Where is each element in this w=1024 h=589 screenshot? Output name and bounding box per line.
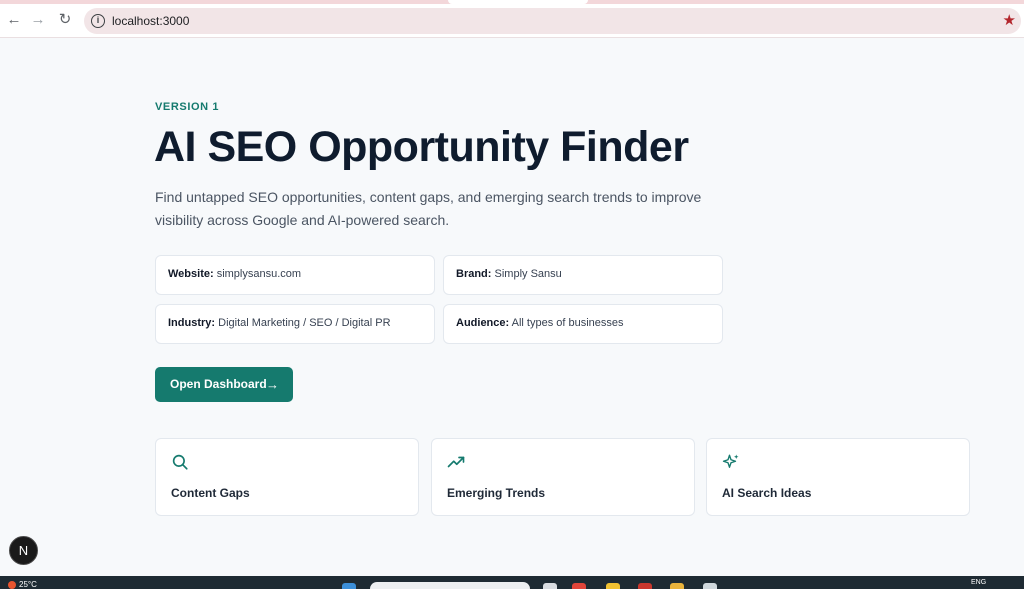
audience-label: Audience: [456, 317, 510, 329]
ai-search-ideas-card[interactable]: AI Search Ideas [706, 438, 970, 516]
url-text[interactable]: localhost:3000 [112, 14, 189, 28]
trending-up-icon [447, 456, 465, 468]
emerging-trends-card[interactable]: Emerging Trends [431, 438, 695, 516]
audience-card: Audience: All types of businesses [443, 304, 723, 344]
reload-icon[interactable]: ↻ [55, 10, 75, 30]
page-content: VERSION 1 AI SEO Opportunity Finder Find… [0, 39, 1024, 576]
app-icon[interactable] [703, 583, 717, 589]
chrome-active-icon[interactable] [638, 583, 652, 589]
ai-search-ideas-label: AI Search Ideas [722, 486, 812, 500]
content-gaps-label: Content Gaps [171, 486, 250, 500]
industry-value: Digital Marketing / SEO / Digital PR [218, 317, 391, 329]
brand-card: Brand: Simply Sansu [443, 255, 723, 295]
open-dashboard-button[interactable]: Open Dashboard → [155, 367, 293, 402]
industry-card: Industry: Digital Marketing / SEO / Digi… [155, 304, 435, 344]
version-label: VERSION 1 [155, 101, 220, 113]
search-icon [172, 454, 188, 470]
site-info-icon[interactable]: i [91, 14, 105, 28]
arrow-right-icon: → [266, 377, 279, 392]
language-indicator[interactable]: ENG [971, 579, 986, 586]
brand-label: Brand: [456, 268, 492, 280]
open-dashboard-label: Open Dashboard [170, 377, 267, 391]
forward-icon[interactable]: → [28, 10, 48, 30]
sparkles-icon [722, 454, 739, 468]
dev-tools-badge[interactable]: N [9, 536, 38, 565]
address-bar[interactable]: i localhost:3000 ★ [84, 8, 1021, 34]
browser-toolbar: ← → ↻ i localhost:3000 ★ [0, 4, 1024, 38]
bookmark-star-icon[interactable]: ★ [1003, 11, 1016, 29]
industry-label: Industry: [168, 317, 216, 329]
back-icon[interactable]: ← [4, 10, 24, 30]
file-explorer-icon[interactable] [670, 583, 684, 589]
weather-icon [8, 580, 16, 589]
website-value: simplysansu.com [216, 268, 302, 280]
website-label: Website: [168, 268, 214, 280]
audience-value: All types of businesses [511, 317, 624, 329]
content-gaps-card[interactable]: Content Gaps [155, 438, 419, 516]
weather-widget[interactable]: 25°C [8, 580, 37, 589]
brand-value: Simply Sansu [494, 268, 562, 280]
task-view-icon[interactable] [543, 583, 557, 589]
taskbar: 25°C ENG [0, 576, 1024, 589]
website-card: Website: simplysansu.com [155, 255, 435, 295]
weather-temp: 25°C [19, 580, 37, 589]
notes-icon[interactable] [606, 583, 620, 589]
chrome-icon[interactable] [572, 583, 586, 589]
emerging-trends-label: Emerging Trends [447, 486, 546, 500]
page-subtitle: Find untapped SEO opportunities, content… [155, 189, 702, 228]
start-icon[interactable] [342, 583, 356, 589]
taskbar-search[interactable] [370, 582, 530, 589]
page-title: AI SEO Opportunity Finder [154, 123, 689, 171]
